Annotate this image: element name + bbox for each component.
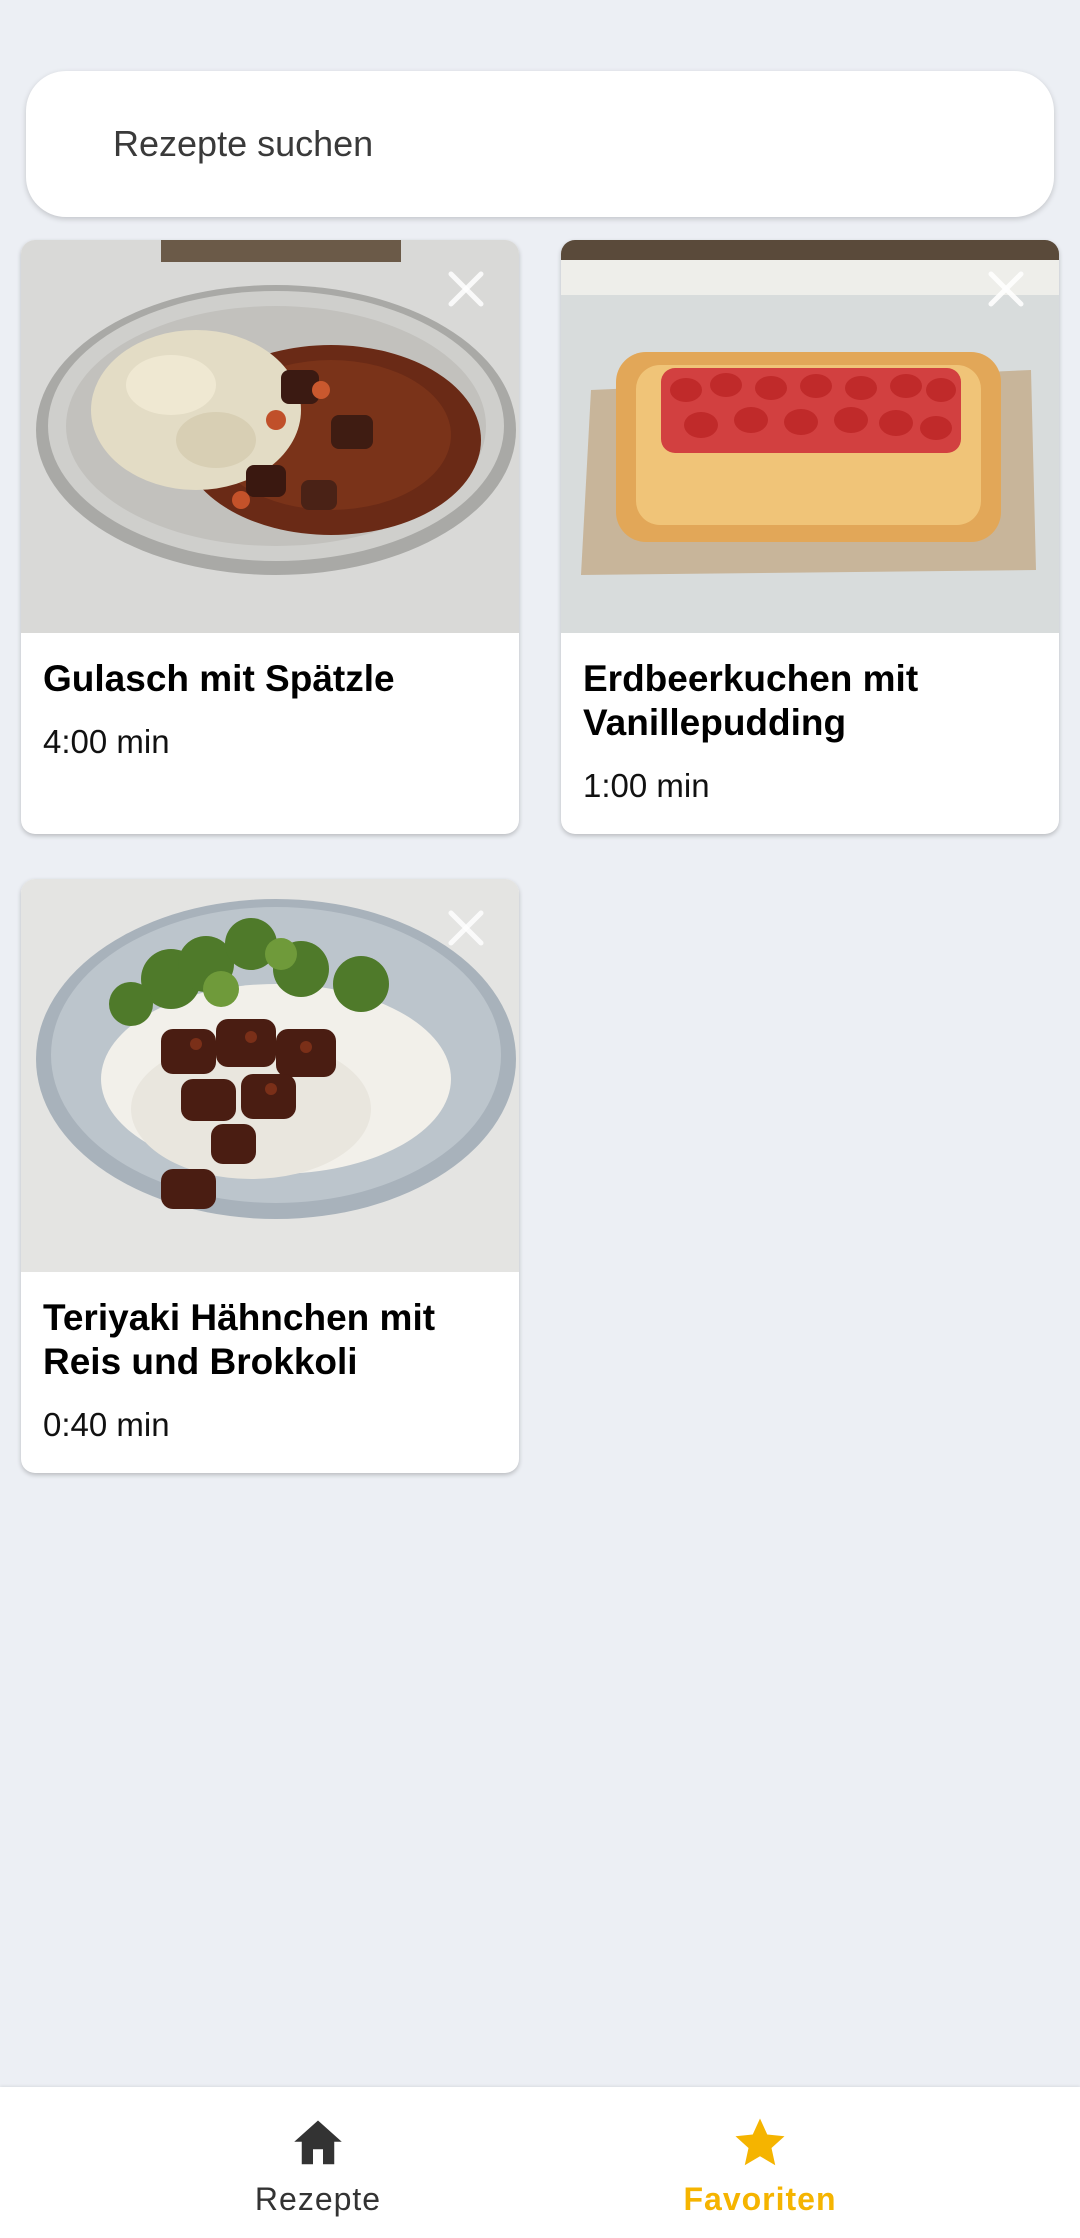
close-icon[interactable]	[441, 903, 491, 953]
recipe-title: Teriyaki Hähnchen mit Reis und Brokkoli	[43, 1297, 436, 1382]
recipe-image	[561, 240, 1059, 633]
bottom-navigation: Rezepte Favoriten	[0, 2087, 1080, 2238]
home-icon	[294, 2120, 342, 2165]
recipe-card[interactable]: Erdbeerkuchen mit Vanillepudding 1:00 mi…	[561, 240, 1059, 834]
search-bar[interactable]	[26, 71, 1054, 217]
recipe-image	[21, 240, 519, 633]
recipe-time: 4:00 min	[43, 723, 170, 760]
recipe-time: 1:00 min	[583, 767, 710, 804]
recipe-card[interactable]: Teriyaki Hähnchen mit Reis und Brokkoli …	[21, 879, 519, 1473]
recipe-card[interactable]: Gulasch mit Spätzle 4:00 min	[21, 240, 519, 834]
recipe-time: 0:40 min	[43, 1406, 170, 1443]
nav-label-favoriten: Favoriten	[683, 2181, 837, 2217]
nav-item-favoriten[interactable]: Favoriten	[490, 2087, 1030, 2238]
search-input[interactable]	[111, 122, 1015, 166]
recipe-image	[21, 879, 519, 1272]
close-icon[interactable]	[981, 264, 1031, 314]
close-icon[interactable]	[441, 264, 491, 314]
recipe-title: Gulasch mit Spätzle	[43, 658, 395, 699]
recipe-title: Erdbeerkuchen mit Vanillepudding	[583, 658, 919, 743]
star-icon	[735, 2118, 785, 2166]
nav-label-rezepte: Rezepte	[254, 2181, 382, 2217]
